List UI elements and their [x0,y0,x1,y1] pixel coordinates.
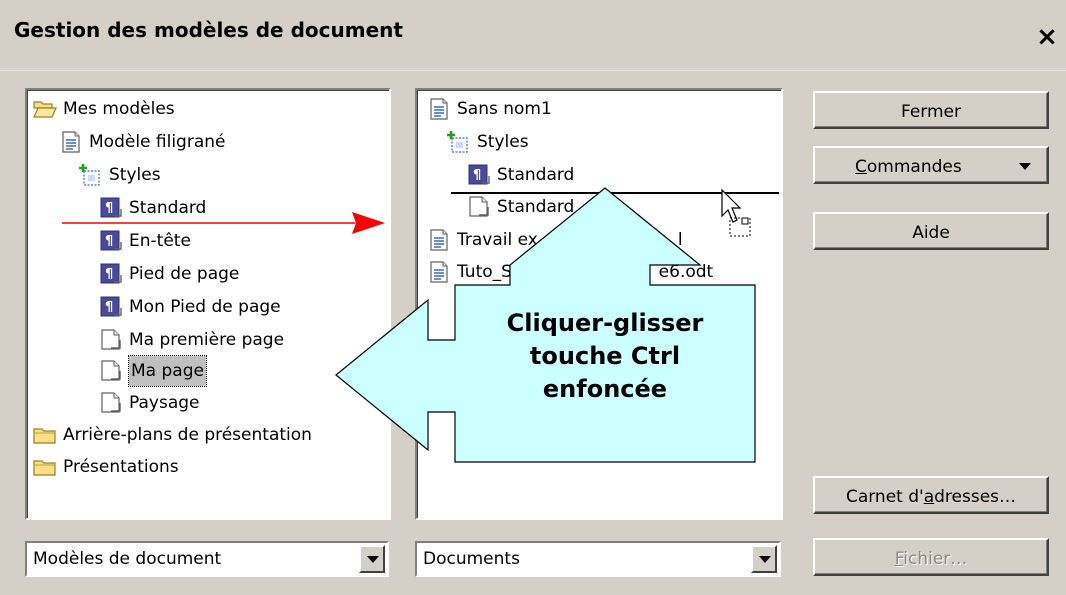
templates-tree[interactable]: Mes modèles Modèle filigrané Styles Stan… [25,88,391,520]
document-icon [427,228,451,252]
dropdown-arrow-icon [1019,163,1031,170]
document-icon [59,130,83,154]
close-button[interactable]: × [1032,22,1062,52]
file-button[interactable]: Fichier… [813,538,1049,576]
folder-icon [33,455,57,479]
page-style-icon [99,391,123,415]
tree-item-travail[interactable]: Travail ex l [427,225,683,255]
help-button[interactable]: Aide [813,212,1049,250]
tree-item-styles[interactable]: Styles [79,160,161,190]
tree-item-arriere-plans[interactable]: Arrière-plans de présentation [33,420,312,450]
tree-item-standard-page[interactable]: Standard [467,192,574,222]
chevron-down-icon[interactable] [751,545,777,573]
folder-icon [33,423,57,447]
tree-item-modele-filigrane[interactable]: Modèle filigrané [59,127,226,157]
page-style-icon [99,359,123,383]
styles-icon [447,130,471,154]
tree-item-standard[interactable]: Standard [99,193,206,223]
address-book-button[interactable]: Carnet d'adresses… [813,476,1049,514]
tree-item-sans-nom1[interactable]: Sans nom1 [427,94,552,124]
dialog-titlebar: Gestion des modèles de document × [0,0,1066,71]
commands-button[interactable]: Commandes [813,146,1049,184]
tree-item-standard-paragraph[interactable]: Standard [467,160,574,190]
document-icon [427,97,451,121]
tree-item-tuto[interactable]: Tuto_Sty e6.odt [427,257,713,287]
paragraph-style-icon [99,262,123,286]
folder-open-icon [33,97,57,121]
paragraph-style-icon [467,163,491,187]
left-source-select[interactable]: Modèles de document [25,541,389,577]
tree-item-pied-de-page[interactable]: Pied de page [99,259,239,289]
tree-item-paysage[interactable]: Paysage [99,388,200,418]
page-style-icon [99,328,123,352]
annotation-text: Cliquer-glisser touche Ctrl enfoncée [506,309,704,403]
tree-item-en-tete[interactable]: En-tête [99,226,191,256]
tree-item-ma-page[interactable]: Ma page [99,355,207,387]
dialog-title: Gestion des modèles de document [14,18,403,42]
tree-item-presentations[interactable]: Présentations [33,452,179,482]
tree-item-styles-right[interactable]: Styles [447,127,529,157]
tree-item-mon-pied-de-page[interactable]: Mon Pied de page [99,292,281,322]
document-icon [427,260,451,284]
documents-tree[interactable]: Sans nom1 Styles Standard Standard Trava… [415,88,783,520]
paragraph-style-icon [99,295,123,319]
paragraph-style-icon [99,196,123,220]
tree-item-mes-modeles[interactable]: Mes modèles [33,94,175,124]
tree-item-ma-premiere-page[interactable]: Ma première page [99,325,284,355]
page-style-icon [467,195,491,219]
styles-icon [79,163,103,187]
close-dialog-button[interactable]: Fermer [813,91,1049,129]
right-source-select[interactable]: Documents [415,541,781,577]
paragraph-style-icon [99,229,123,253]
chevron-down-icon[interactable] [359,545,385,573]
